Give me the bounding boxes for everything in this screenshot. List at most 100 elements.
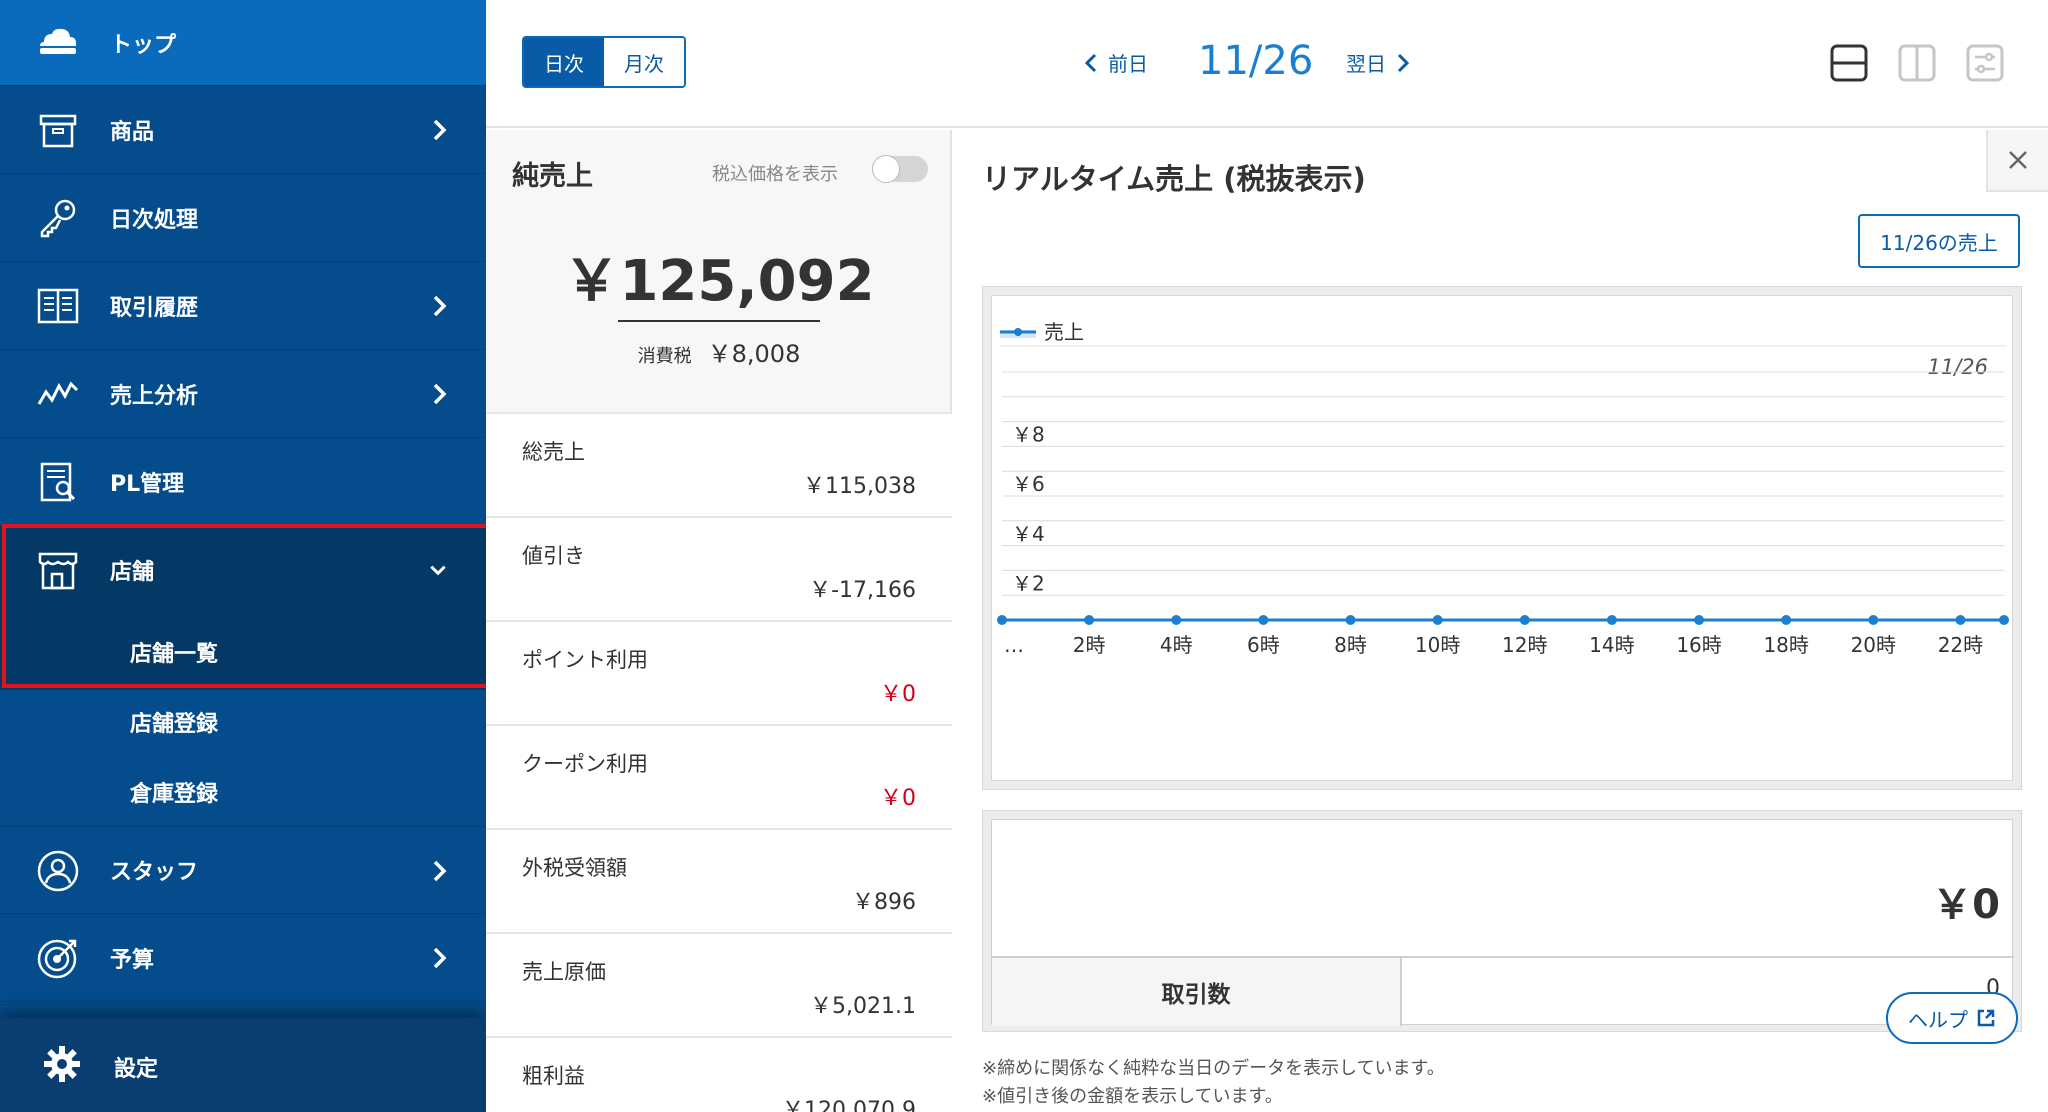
data-point: [1868, 615, 1879, 625]
x-tick-label: 20時: [1851, 633, 1896, 657]
sidebar-item-label: 売上分析: [110, 383, 199, 409]
sidebar-item-label: 店舗: [110, 560, 155, 585]
panel-title: 純売上: [512, 161, 593, 192]
row-label: 外税受領額: [522, 856, 627, 880]
submenu-store-register[interactable]: 店舗登録: [130, 706, 218, 738]
x-tick-label: 12時: [1502, 633, 1547, 657]
sidebar-item-daily[interactable]: 日次処理: [0, 174, 486, 262]
data-point: [1694, 615, 1705, 625]
sidebar-item-store[interactable]: 店舗: [0, 526, 486, 614]
list-item: 値引き ￥-17,166: [486, 516, 952, 620]
sidebar-item-label: トップ: [110, 32, 177, 58]
sidebar-item-history[interactable]: 取引履歴: [0, 262, 486, 350]
help-label: ヘルプ: [1908, 1007, 1968, 1032]
data-point: [997, 615, 1007, 625]
tax-toggle[interactable]: [872, 155, 928, 183]
trend-line-icon: [36, 372, 80, 416]
row-value: ￥0: [880, 786, 916, 811]
chevron-right-icon: [430, 380, 450, 408]
x-tick-label: 16時: [1676, 633, 1721, 657]
tax-label: 消費税: [637, 346, 692, 367]
note-text: ※値引き後の金額を表示しています。: [982, 1086, 1283, 1107]
sidebar-item-products[interactable]: 商品: [0, 86, 486, 174]
target-icon: [36, 936, 80, 980]
submenu-store-list[interactable]: 店舗一覧: [130, 636, 218, 668]
chart-svg: 売上 11/26 ￥8 ￥6 ￥4 ￥2 … 2時 4時 6時 8時 10時 12時 14時 16時 18時 2…: [997, 320, 2009, 657]
row-label: 売上原価: [522, 960, 606, 984]
submenu-warehouse-register[interactable]: 倉庫登録: [130, 776, 218, 808]
gear-icon: [42, 1044, 82, 1084]
data-point: [1258, 615, 1269, 625]
day-sales-button[interactable]: 11/26の売上: [1858, 214, 2020, 268]
report-search-icon: [36, 460, 80, 504]
data-point: [1432, 615, 1443, 625]
close-button[interactable]: [1986, 130, 2048, 192]
chevron-left-icon: [1084, 53, 1097, 72]
sidebar-item-pl[interactable]: PL管理: [0, 438, 486, 526]
settings-label: 設定: [114, 1057, 159, 1082]
sales-summary-panel: 純売上 税込価格を表示 ￥125,092 消費税 ￥8,008 総売上 ￥115,0…: [486, 130, 952, 1112]
sidebar-item-label: スタッフ: [110, 860, 199, 885]
data-point: [1345, 615, 1356, 625]
data-point: [1999, 615, 2009, 625]
next-day-label: 翌日: [1346, 52, 1386, 76]
period-toggle: 日次 月次: [522, 36, 686, 88]
total-amount: ￥0: [1932, 882, 2000, 928]
chart-date-label: 11/26: [1927, 355, 1988, 379]
chevron-right-icon: [430, 292, 450, 320]
chart-frame: 売上 11/26 ￥8 ￥6 ￥4 ￥2 … 2時 4時 6時 8時 10時 12時 14時 16時 18時 2…: [982, 286, 2022, 790]
layout-horizontal-icon[interactable]: [1830, 44, 1868, 82]
sidebar-item-label: 取引履歴: [110, 295, 199, 321]
data-point: [1781, 615, 1792, 625]
transaction-label: 取引数: [992, 958, 1402, 1026]
row-value: ￥0: [880, 682, 916, 707]
prev-day-button[interactable]: 前日: [1084, 48, 1148, 77]
y-tick-label: ￥4: [1012, 522, 1045, 546]
x-tick-label: 22時: [1938, 633, 1983, 657]
sidebar-item-top[interactable]: トップ: [0, 0, 486, 86]
x-tick-label: 10時: [1415, 633, 1460, 657]
sidebar-item-settings[interactable]: 設定: [0, 1018, 486, 1112]
tax-toggle-label: 税込価格を表示: [712, 164, 838, 185]
row-value: ￥896: [852, 890, 916, 915]
row-label: 値引き: [522, 544, 585, 568]
monthly-tab[interactable]: 月次: [604, 38, 684, 86]
row-label: 総売上: [522, 440, 585, 464]
sidebar-item-budget[interactable]: 予算: [0, 914, 486, 1002]
tax-line: 消費税 ￥8,008: [486, 334, 952, 369]
data-point: [1519, 615, 1530, 625]
storefront-icon: [36, 548, 80, 592]
x-tick-label: 18時: [1763, 633, 1808, 657]
transaction-row: 取引数 0: [992, 956, 2014, 1026]
book-icon: [36, 284, 80, 328]
layout-vertical-icon[interactable]: [1898, 44, 1936, 82]
chevron-right-icon: [430, 116, 450, 144]
x-tick-label: 14時: [1589, 633, 1634, 657]
y-tick-label: ￥6: [1012, 472, 1045, 496]
list-item: 粗利益 ￥120,070.9: [486, 1036, 952, 1112]
total-card: ￥0 取引数 0: [991, 819, 2014, 1026]
sidebar-item-label: 予算: [110, 947, 155, 973]
next-day-button[interactable]: 翌日: [1346, 48, 1410, 77]
x-tick-label: 6時: [1247, 633, 1280, 657]
note-text: ※締めに関係なく純粋な当日のデータを表示しています。: [982, 1058, 1445, 1079]
settings-sliders-icon[interactable]: [1966, 44, 2004, 82]
realtime-sales-panel: リアルタイム売上 (税抜表示) 11/26の売上 売上 11/26 ￥8 ￥6 ￥4 ￥2…: [954, 130, 2048, 1112]
sidebar-item-label: PL管理: [110, 471, 185, 497]
list-item: 外税受領額 ￥896: [486, 828, 952, 932]
net-sales-amount: ￥125,092: [563, 249, 875, 314]
total-frame: ￥0 取引数 0: [982, 810, 2022, 1032]
sidebar-item-staff[interactable]: スタッフ: [0, 826, 486, 914]
row-label: 粗利益: [522, 1064, 585, 1088]
toggle-knob: [872, 155, 900, 183]
daily-tab[interactable]: 日次: [524, 38, 604, 86]
sidebar-item-analysis[interactable]: 売上分析: [0, 350, 486, 438]
help-button[interactable]: ヘルプ: [1886, 992, 2018, 1044]
x-tick-label: 8時: [1334, 633, 1367, 657]
row-label: クーポン利用: [522, 752, 648, 776]
y-tick-label: ￥8: [1012, 423, 1045, 447]
sidebar-item-label: 商品: [110, 119, 155, 145]
divider: [618, 320, 820, 322]
list-item: 売上原価 ￥5,021.1: [486, 932, 952, 1036]
row-value: ￥120,070.9: [782, 1098, 916, 1112]
